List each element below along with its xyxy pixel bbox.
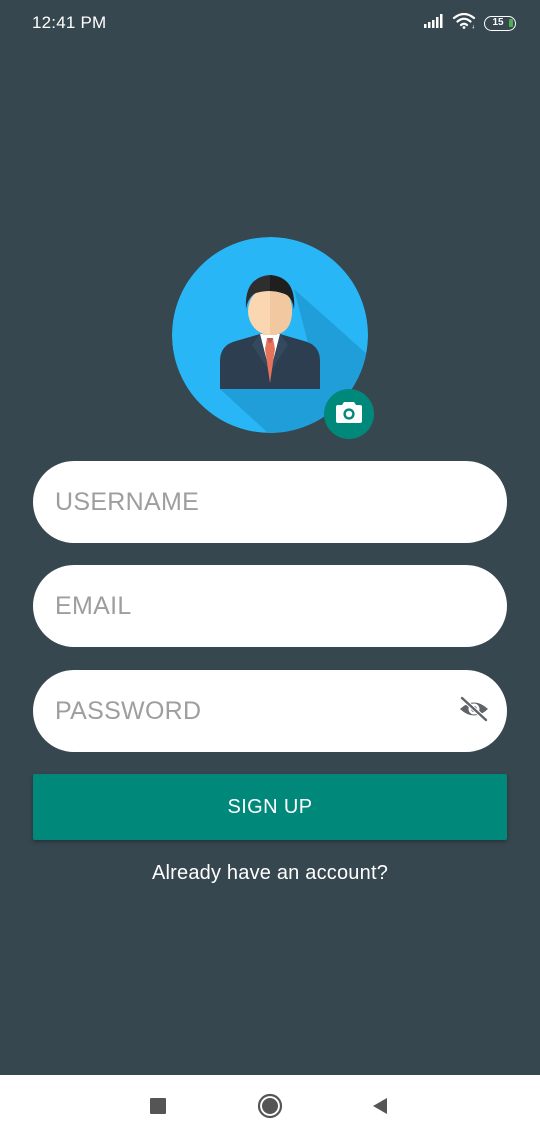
status-icons: ↓↑ 15 — [424, 12, 516, 34]
recents-icon — [149, 1097, 167, 1120]
eye-off-icon — [458, 695, 490, 727]
email-field[interactable] — [33, 565, 507, 647]
navigation-bar — [0, 1075, 540, 1140]
back-icon — [370, 1096, 390, 1121]
svg-text:↓↑: ↓↑ — [471, 24, 476, 29]
battery-fill — [509, 18, 513, 27]
status-time: 12:41 PM — [32, 13, 107, 32]
password-field[interactable] — [33, 670, 507, 752]
sign-up-button[interactable]: SIGN UP — [33, 774, 507, 840]
signal-icon — [424, 13, 444, 33]
password-visibility-toggle[interactable] — [457, 695, 491, 727]
battery-level: 15 — [492, 17, 504, 28]
signup-screen: 12:41 PM ↓↑ — [0, 0, 540, 1075]
recents-button[interactable] — [145, 1095, 171, 1121]
status-bar: 12:41 PM ↓↑ — [0, 0, 540, 46]
username-field[interactable] — [33, 461, 507, 543]
login-link[interactable]: Already have an account? — [0, 862, 540, 885]
username-input[interactable] — [55, 461, 455, 543]
camera-icon — [335, 400, 363, 429]
home-icon — [257, 1093, 283, 1124]
email-input[interactable] — [55, 565, 455, 647]
home-button[interactable] — [257, 1093, 283, 1124]
wifi-icon: ↓↑ — [452, 12, 479, 34]
password-input[interactable] — [55, 670, 455, 752]
change-photo-button[interactable] — [324, 389, 374, 439]
battery-icon: 15 — [484, 15, 516, 31]
back-button[interactable] — [367, 1095, 393, 1121]
